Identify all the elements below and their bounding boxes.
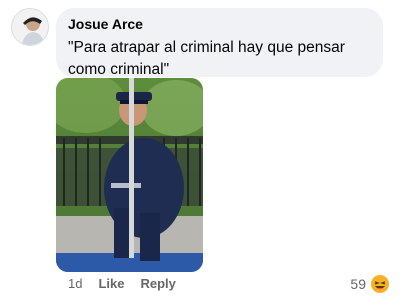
police-officer-photo — [56, 78, 203, 272]
comment-bubble: Josue Arce "Para atrapar al criminal hay… — [56, 8, 383, 78]
comment-timestamp[interactable]: 1d — [68, 276, 82, 291]
avatar[interactable] — [11, 8, 49, 46]
comment-author[interactable]: Josue Arce — [68, 16, 371, 32]
haha-emoji-icon — [371, 275, 389, 293]
comment-actions: 1d Like Reply — [68, 276, 176, 291]
reaction-summary[interactable]: 59 — [350, 275, 389, 293]
reaction-count: 59 — [350, 276, 366, 292]
avatar-image — [12, 9, 48, 45]
comment-photo[interactable] — [56, 78, 203, 272]
like-button[interactable]: Like — [98, 276, 124, 291]
comment-text: "Para atrapar al criminal hay que pensar… — [68, 39, 345, 78]
reply-button[interactable]: Reply — [140, 276, 175, 291]
